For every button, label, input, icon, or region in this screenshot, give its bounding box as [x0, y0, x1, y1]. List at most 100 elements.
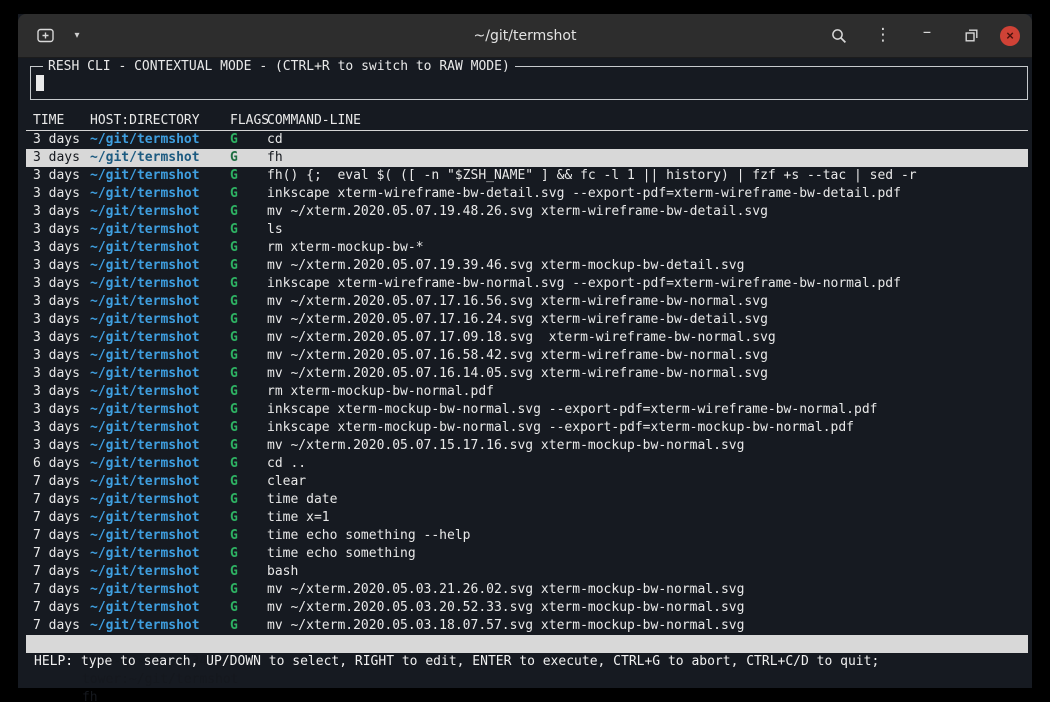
restore-button[interactable]	[956, 21, 986, 51]
history-row[interactable]: 3 days ~/git/termshot G mv ~/xterm.2020.…	[26, 329, 1028, 347]
row-command: mv ~/xterm.2020.05.07.17.16.24.svg xterm…	[267, 311, 1028, 329]
row-command: bash	[267, 563, 1028, 581]
history-row[interactable]: 3 days ~/git/termshot G mv ~/xterm.2020.…	[26, 437, 1028, 455]
kebab-menu-icon: ⋮	[875, 27, 892, 44]
row-flags: G	[225, 221, 267, 239]
row-flags: G	[225, 167, 267, 185]
row-command: rm xterm-mockup-bw-*	[267, 239, 1028, 257]
row-host-directory: ~/git/termshot	[90, 617, 225, 635]
row-command: mv ~/xterm.2020.05.03.18.07.57.svg xterm…	[267, 617, 1028, 635]
row-flags: G	[225, 509, 267, 527]
window-controls: ⋮ – ×	[824, 21, 1020, 51]
history-row[interactable]: 7 days ~/git/termshot G mv ~/xterm.2020.…	[26, 617, 1028, 635]
row-command: cd ..	[267, 455, 1028, 473]
minimize-button[interactable]: –	[912, 21, 942, 51]
row-time: 3 days	[33, 185, 90, 203]
history-row[interactable]: 3 days ~/git/termshot G inkscape xterm-m…	[26, 401, 1028, 419]
row-command: time x=1	[267, 509, 1028, 527]
history-row[interactable]: 6 days ~/git/termshot G cd ..	[26, 455, 1028, 473]
history-row[interactable]: 7 days ~/git/termshot G mv ~/xterm.2020.…	[26, 599, 1028, 617]
history-row[interactable]: 7 days ~/git/termshot G time echo someth…	[26, 527, 1028, 545]
row-host-directory: ~/git/termshot	[90, 491, 225, 509]
header-time: TIME	[33, 112, 90, 130]
history-row[interactable]: 3 days ~/git/termshot G mv ~/xterm.2020.…	[26, 347, 1028, 365]
row-command: mv ~/xterm.2020.05.03.21.26.02.svg xterm…	[267, 581, 1028, 599]
row-time: 3 days	[33, 203, 90, 221]
search-icon	[831, 28, 847, 44]
history-row[interactable]: 3 days ~/git/termshot G mv ~/xterm.2020.…	[26, 257, 1028, 275]
new-tab-icon	[37, 28, 54, 43]
history-row[interactable]: 7 days ~/git/termshot G bash	[26, 563, 1028, 581]
row-flags: G	[225, 275, 267, 293]
row-host-directory: ~/git/termshot	[90, 581, 225, 599]
terminal-screen[interactable]: RESH CLI - CONTEXTUAL MODE - (CTRL+R to …	[18, 58, 1032, 688]
row-host-directory: ~/git/termshot	[90, 419, 225, 437]
row-command: clear	[267, 473, 1028, 491]
row-flags: G	[225, 419, 267, 437]
terminal-window: ▾ ~/git/termshot ⋮ –	[18, 14, 1032, 688]
tab-list-caret-button[interactable]: ▾	[62, 21, 92, 51]
history-row[interactable]: 3 days ~/git/termshot G inkscape xterm-m…	[26, 419, 1028, 437]
row-command: cd	[267, 131, 1028, 149]
history-row[interactable]: 7 days ~/git/termshot G time date	[26, 491, 1028, 509]
history-row[interactable]: 7 days ~/git/termshot G mv ~/xterm.2020.…	[26, 581, 1028, 599]
row-host-directory: ~/git/termshot	[90, 257, 225, 275]
row-flags: G	[225, 545, 267, 563]
row-time: 3 days	[33, 167, 90, 185]
history-row[interactable]: 7 days ~/git/termshot G time x=1	[26, 509, 1028, 527]
history-row[interactable]: 3 days ~/git/termshot G mv ~/xterm.2020.…	[26, 365, 1028, 383]
row-time: 3 days	[33, 221, 90, 239]
row-command: mv ~/xterm.2020.05.07.17.09.18.svg xterm…	[267, 329, 1028, 347]
row-flags: G	[225, 401, 267, 419]
history-row[interactable]: 3 days ~/git/termshot G inkscape xterm-w…	[26, 185, 1028, 203]
row-time: 7 days	[33, 545, 90, 563]
table-header: TIME HOST:DIRECTORY FLAGS COMMAND-LINE	[26, 112, 1028, 131]
row-command: fh() {; eval $( ([ -n "$ZSH_NAME" ] && f…	[267, 167, 1028, 185]
history-row[interactable]: 3 days ~/git/termshot G mv ~/xterm.2020.…	[26, 203, 1028, 221]
history-row[interactable]: 3 days ~/git/termshot G mv ~/xterm.2020.…	[26, 311, 1028, 329]
row-command: mv ~/xterm.2020.05.07.17.16.56.svg xterm…	[267, 293, 1028, 311]
row-time: 3 days	[33, 365, 90, 383]
status-location: tower:~/git/termshot	[82, 672, 239, 687]
row-host-directory: ~/git/termshot	[90, 527, 225, 545]
row-flags: G	[225, 365, 267, 383]
row-flags: G	[225, 203, 267, 221]
row-command: mv ~/xterm.2020.05.07.19.48.26.svg xterm…	[267, 203, 1028, 221]
row-host-directory: ~/git/termshot	[90, 563, 225, 581]
history-row[interactable]: 7 days ~/git/termshot G clear	[26, 473, 1028, 491]
history-row[interactable]: 3 days ~/git/termshot G ls	[26, 221, 1028, 239]
row-time: 3 days	[33, 401, 90, 419]
search-button[interactable]	[824, 21, 854, 51]
row-host-directory: ~/git/termshot	[90, 221, 225, 239]
help-line: HELP: type to search, UP/DOWN to select,…	[26, 653, 1028, 671]
row-time: 7 days	[33, 473, 90, 491]
history-row[interactable]: 3 days ~/git/termshot G fh	[26, 149, 1028, 167]
history-row[interactable]: 3 days ~/git/termshot G mv ~/xterm.2020.…	[26, 293, 1028, 311]
history-row[interactable]: 3 days ~/git/termshot G rm xterm-mockup-…	[26, 239, 1028, 257]
row-time: 3 days	[33, 437, 90, 455]
row-time: 3 days	[33, 149, 90, 167]
row-flags: G	[225, 239, 267, 257]
search-box[interactable]: RESH CLI - CONTEXTUAL MODE - (CTRL+R to …	[30, 66, 1028, 100]
titlebar: ▾ ~/git/termshot ⋮ –	[18, 14, 1032, 58]
search-box-title: RESH CLI - CONTEXTUAL MODE - (CTRL+R to …	[43, 58, 515, 76]
history-row[interactable]: 3 days ~/git/termshot G cd	[26, 131, 1028, 149]
history-row[interactable]: 3 days ~/git/termshot G fh() {; eval $( …	[26, 167, 1028, 185]
history-row[interactable]: 3 days ~/git/termshot G inkscape xterm-w…	[26, 275, 1028, 293]
status-command: fh	[82, 690, 98, 702]
row-flags: G	[225, 383, 267, 401]
row-flags: G	[225, 257, 267, 275]
chevron-down-icon: ▾	[74, 30, 79, 41]
status-bar: 2020-05-08 00:34:56 tower:~/git/termshot…	[26, 635, 1028, 653]
row-command: time echo something --help	[267, 527, 1028, 545]
history-row[interactable]: 3 days ~/git/termshot G rm xterm-mockup-…	[26, 383, 1028, 401]
row-command: inkscape xterm-wireframe-bw-detail.svg -…	[267, 185, 1028, 203]
tab-controls: ▾	[30, 21, 92, 51]
history-row[interactable]: 7 days ~/git/termshot G time echo someth…	[26, 545, 1028, 563]
row-flags: G	[225, 149, 267, 167]
menu-button[interactable]: ⋮	[868, 21, 898, 51]
restore-icon	[965, 29, 978, 42]
new-tab-button[interactable]	[30, 21, 60, 51]
close-button[interactable]: ×	[1000, 26, 1020, 46]
row-time: 7 days	[33, 527, 90, 545]
